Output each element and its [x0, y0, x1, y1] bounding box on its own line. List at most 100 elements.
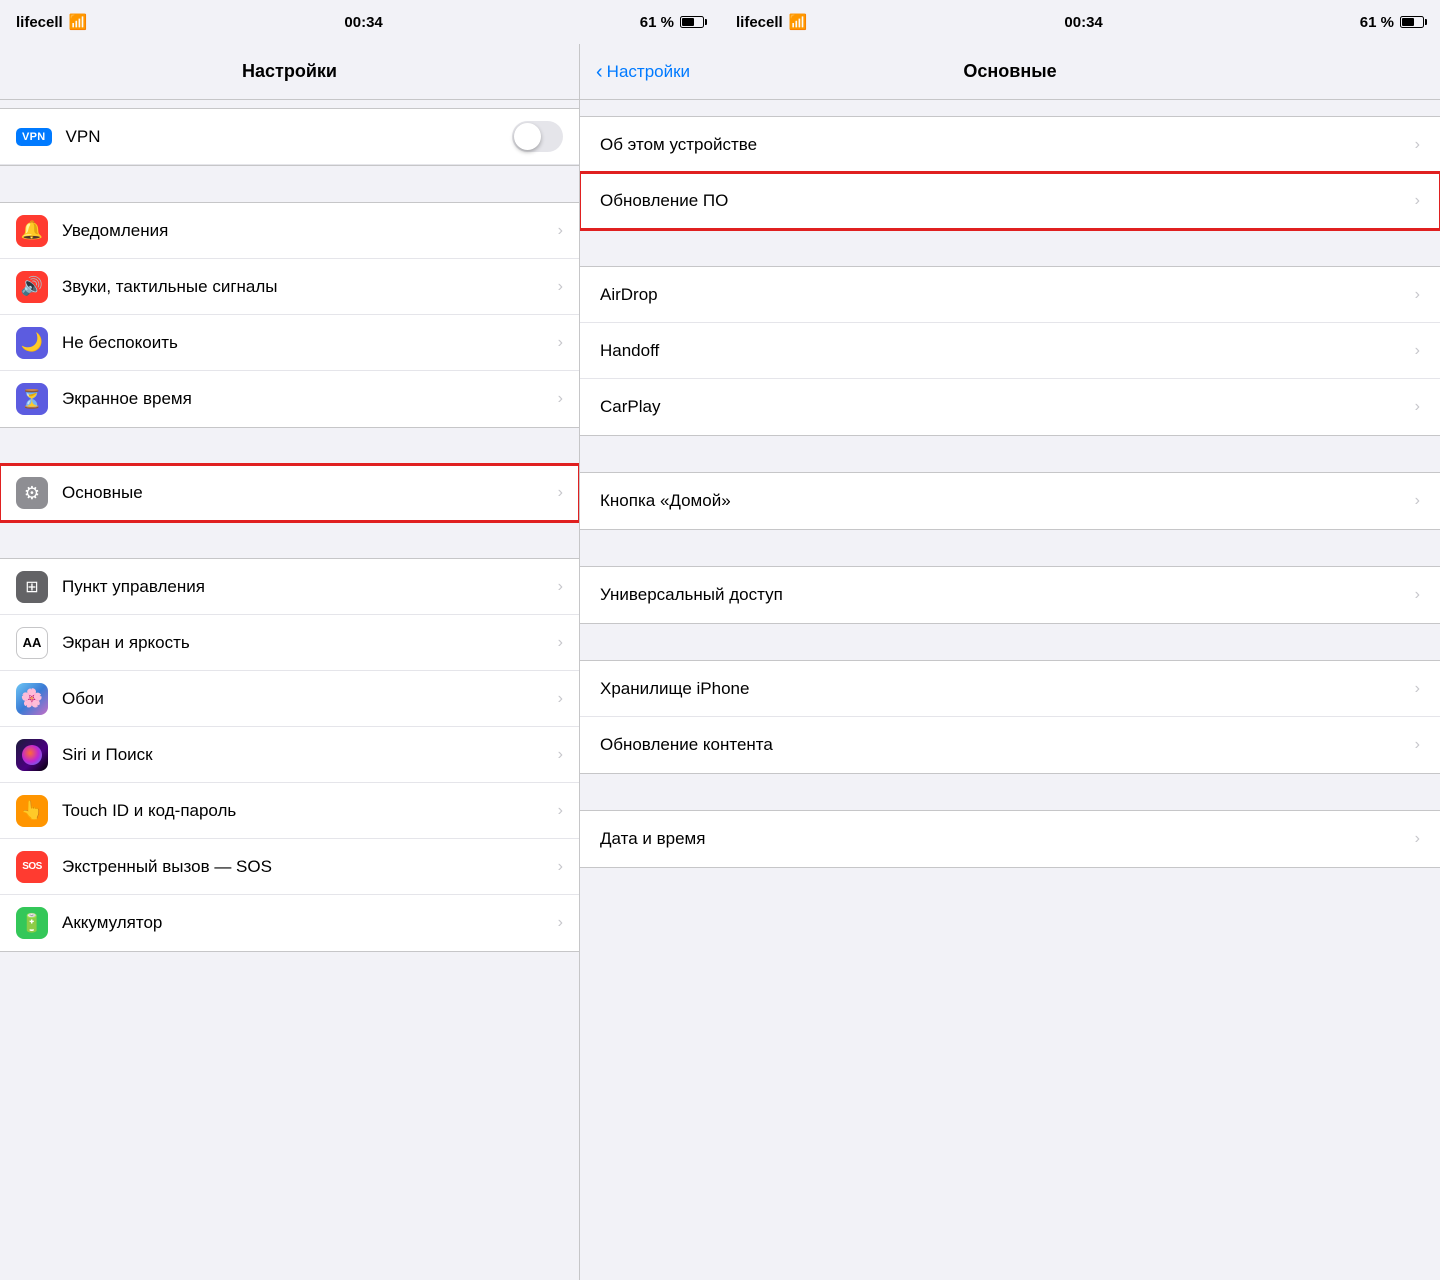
battery-item[interactable]: 🔋 Аккумулятор ›	[0, 895, 579, 951]
right-separator-4	[580, 530, 1440, 566]
control-center-item[interactable]: ⊞ Пункт управления ›	[0, 559, 579, 615]
vpn-section: VPN VPN	[0, 108, 579, 166]
about-item[interactable]: Об этом устройстве ›	[580, 117, 1440, 173]
handoff-item[interactable]: Handoff ›	[580, 323, 1440, 379]
right-nav-title: Основные	[963, 61, 1056, 82]
right-separator-3	[580, 436, 1440, 472]
general-item[interactable]: ⚙ Основные ›	[0, 465, 579, 521]
dnd-item[interactable]: 🌙 Не беспокоить ›	[0, 315, 579, 371]
siri-icon	[16, 739, 48, 771]
date-time-label: Дата и время	[600, 829, 1415, 849]
right-separator-top	[580, 108, 1440, 116]
battery-label: Аккумулятор	[62, 913, 550, 933]
screen-time-item[interactable]: ⏳ Экранное время ›	[0, 371, 579, 427]
notifications-label: Уведомления	[62, 221, 550, 241]
status-bar: lifecell 📶 00:34 61 % lifecell 📶 00:34 6…	[0, 0, 1440, 44]
touchid-icon: 👆	[16, 795, 48, 827]
home-button-section: Кнопка «Домой» ›	[580, 472, 1440, 530]
sos-item[interactable]: SOS Экстренный вызов — SOS ›	[0, 839, 579, 895]
display-section: ⊞ Пункт управления › AA Экран и яркость …	[0, 558, 579, 952]
sounds-item[interactable]: 🔊 Звуки, тактильные сигналы ›	[0, 259, 579, 315]
right-separator-2	[580, 230, 1440, 266]
vpn-item[interactable]: VPN VPN	[0, 109, 579, 165]
display-icon: AA	[16, 627, 48, 659]
separator-1	[0, 166, 579, 202]
wallpaper-item[interactable]: 🌸 Обои ›	[0, 671, 579, 727]
touchid-chevron: ›	[558, 802, 563, 820]
accessibility-item[interactable]: Универсальный доступ ›	[580, 567, 1440, 623]
dnd-icon: 🌙	[16, 327, 48, 359]
battery-icon-right	[1400, 16, 1424, 28]
wallpaper-chevron: ›	[558, 690, 563, 708]
siri-item[interactable]: Siri и Поиск ›	[0, 727, 579, 783]
sos-icon: SOS	[16, 851, 48, 883]
screen-time-icon: ⏳	[16, 383, 48, 415]
home-button-label: Кнопка «Домой»	[600, 491, 1415, 511]
left-panel: Настройки VPN VPN 🔔 Уведомления ›	[0, 44, 580, 1280]
airdrop-chevron: ›	[1415, 286, 1420, 304]
left-status-right: 61 %	[640, 14, 704, 31]
display-chevron: ›	[558, 634, 563, 652]
time-right: 00:34	[1064, 14, 1102, 31]
vpn-label: VPN	[66, 127, 512, 147]
left-status-bar: lifecell 📶 00:34 61 %	[0, 0, 720, 44]
general-chevron: ›	[558, 484, 563, 502]
storage-chevron: ›	[1415, 680, 1420, 698]
left-status-left: lifecell 📶	[16, 13, 87, 31]
airdrop-item[interactable]: AirDrop ›	[580, 267, 1440, 323]
handoff-chevron: ›	[1415, 342, 1420, 360]
time-left: 00:34	[344, 14, 382, 31]
siri-label: Siri и Поиск	[62, 745, 550, 765]
general-section: ⚙ Основные ›	[0, 464, 579, 522]
about-label: Об этом устройстве	[600, 135, 1415, 155]
home-button-item[interactable]: Кнопка «Домой» ›	[580, 473, 1440, 529]
airdrop-label: AirDrop	[600, 285, 1415, 305]
about-section: Об этом устройстве › Обновление ПО ›	[580, 116, 1440, 230]
right-status-left: lifecell 📶	[736, 13, 807, 31]
storage-label: Хранилище iPhone	[600, 679, 1415, 699]
notifications-item[interactable]: 🔔 Уведомления ›	[0, 203, 579, 259]
back-chevron-icon: ‹	[596, 62, 603, 82]
sounds-chevron: ›	[558, 278, 563, 296]
carplay-item[interactable]: CarPlay ›	[580, 379, 1440, 435]
right-separator-6	[580, 774, 1440, 810]
sounds-icon: 🔊	[16, 271, 48, 303]
background-refresh-item[interactable]: Обновление контента ›	[580, 717, 1440, 773]
date-time-chevron: ›	[1415, 830, 1420, 848]
separator-2	[0, 428, 579, 464]
right-status-right: 61 %	[1360, 14, 1424, 31]
accessibility-label: Универсальный доступ	[600, 585, 1415, 605]
display-label: Экран и яркость	[62, 633, 550, 653]
touchid-item[interactable]: 👆 Touch ID и код-пароль ›	[0, 783, 579, 839]
screen-time-label: Экранное время	[62, 389, 550, 409]
control-center-icon: ⊞	[16, 571, 48, 603]
storage-item[interactable]: Хранилище iPhone ›	[580, 661, 1440, 717]
right-panel: ‹ Настройки Основные Об этом устройстве …	[580, 44, 1440, 1280]
sounds-label: Звуки, тактильные сигналы	[62, 277, 550, 297]
carplay-chevron: ›	[1415, 398, 1420, 416]
home-button-chevron: ›	[1415, 492, 1420, 510]
back-label: Настройки	[607, 62, 690, 82]
handoff-label: Handoff	[600, 341, 1415, 361]
vpn-toggle[interactable]	[512, 121, 563, 152]
siri-inner-icon	[22, 745, 42, 765]
carrier-right: lifecell	[736, 14, 783, 31]
software-update-chevron: ›	[1415, 192, 1420, 210]
battery-icon: 🔋	[16, 907, 48, 939]
background-refresh-chevron: ›	[1415, 736, 1420, 754]
software-update-label: Обновление ПО	[600, 191, 1415, 211]
software-update-item[interactable]: Обновление ПО ›	[580, 173, 1440, 229]
notifications-icon: 🔔	[16, 215, 48, 247]
control-center-label: Пункт управления	[62, 577, 550, 597]
right-nav-bar: ‹ Настройки Основные	[580, 44, 1440, 100]
back-button[interactable]: ‹ Настройки	[596, 62, 690, 82]
right-separator-5	[580, 624, 1440, 660]
battery-pct-left: 61 %	[640, 14, 674, 31]
date-time-section: Дата и время ›	[580, 810, 1440, 868]
wallpaper-icon: 🌸	[16, 683, 48, 715]
left-nav-title: Настройки	[242, 61, 337, 82]
date-time-item[interactable]: Дата и время ›	[580, 811, 1440, 867]
storage-section: Хранилище iPhone › Обновление контента ›	[580, 660, 1440, 774]
display-item[interactable]: AA Экран и яркость ›	[0, 615, 579, 671]
about-chevron: ›	[1415, 136, 1420, 154]
